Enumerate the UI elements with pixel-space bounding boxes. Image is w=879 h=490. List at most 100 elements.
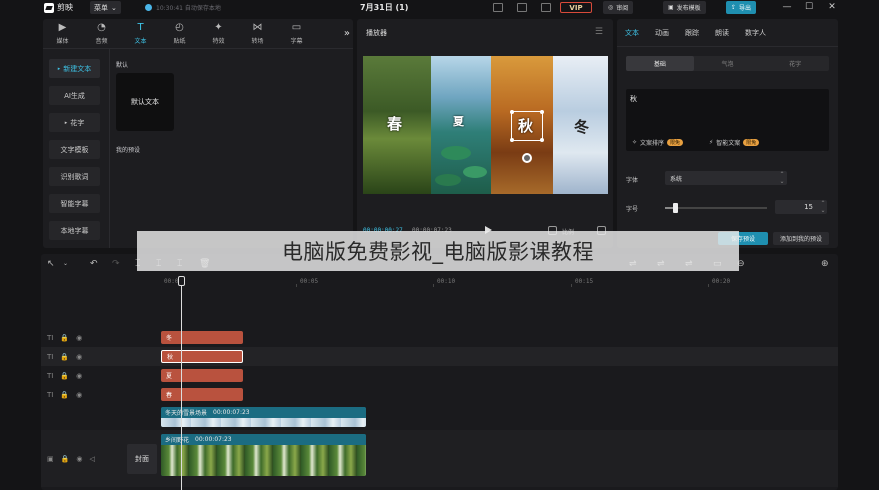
playhead-handle[interactable]	[178, 276, 185, 286]
player-panel: 播放器 ☰ 春 夏 秋 冬 00:00:00:27 00:00:07:23	[357, 19, 613, 248]
track-controls: TI 🔒 ◉	[47, 391, 82, 399]
settings-icon[interactable]	[541, 3, 551, 12]
overlay-text-spring[interactable]: 春	[387, 113, 402, 134]
tab-transition[interactable]: ⋈ 转场	[238, 19, 277, 49]
text-clip[interactable]: 夏	[161, 369, 243, 382]
text-track-icon: TI	[47, 334, 54, 342]
tab-audio[interactable]: ◔ 音频	[82, 19, 121, 49]
side-item-ai-generate[interactable]: AI生成	[49, 86, 100, 105]
autosave-icon	[145, 4, 152, 11]
tab-read-aloud[interactable]: 朗读	[707, 28, 737, 38]
tab-effects[interactable]: ✦ 特效	[199, 19, 238, 49]
text-clip[interactable]: 春	[161, 388, 243, 401]
lock-icon[interactable]: 🔒	[60, 372, 69, 380]
lock-icon[interactable]: 🔒	[60, 353, 69, 361]
rotate-handle[interactable]	[522, 153, 532, 163]
export-button[interactable]: ⇪ 导出	[726, 1, 757, 14]
overlay-text-summer[interactable]: 夏	[453, 113, 464, 129]
stepper-arrows-icon[interactable]: ⌃ ⌄	[818, 200, 828, 214]
undo-icon[interactable]: ↶	[90, 259, 98, 269]
track-controls: TI 🔒 ◉	[47, 353, 82, 361]
review-button[interactable]: ◎ 审阅	[603, 1, 634, 14]
side-item-new-text[interactable]: ▸ 新建文本	[49, 59, 100, 78]
font-select[interactable]: 系统	[665, 171, 787, 185]
tab-digital-human[interactable]: 数字人	[737, 28, 774, 38]
logo-icon	[44, 2, 54, 13]
lock-icon[interactable]: 🔒	[60, 391, 69, 399]
text-sort-feature[interactable]: ✧ 文案排序 限免	[632, 138, 684, 147]
subtab-basic[interactable]: 基础	[626, 56, 694, 71]
redo-icon[interactable]: ↷	[112, 259, 120, 269]
minimize-icon[interactable]: —	[781, 1, 793, 13]
text-clip[interactable]: 秋	[161, 350, 243, 363]
size-slider[interactable]	[665, 203, 767, 213]
time-ruler[interactable]: 00:00 00:05 00:10 00:15 00:20	[161, 276, 838, 288]
tab-sticker[interactable]: ◴ 贴纸	[160, 19, 199, 49]
tab-text[interactable]: 文本	[617, 28, 647, 38]
app-window: 剪映 菜单 ⌄ 10:30:41 自动保存本地 7月31日 (1) VIP ◎ …	[0, 0, 879, 490]
eye-icon[interactable]: ◉	[76, 353, 82, 361]
menu-button[interactable]: 菜单 ⌄	[90, 1, 121, 14]
resize-handle[interactable]	[510, 138, 514, 142]
side-item-smart-caption[interactable]: 智能字幕	[49, 194, 100, 213]
video-clip[interactable]: 乡间野花 00:00:07:23	[161, 434, 366, 476]
tab-animation[interactable]: 动画	[647, 28, 677, 38]
cover-button[interactable]: 封面	[127, 444, 157, 474]
subtab-fancy[interactable]: 花字	[761, 56, 829, 71]
subtab-bubble[interactable]: 气泡	[694, 56, 762, 71]
free-badge: 限免	[667, 139, 684, 146]
video-preview[interactable]: 春 夏 秋 冬	[363, 56, 608, 194]
tab-caption[interactable]: ▭ 字幕	[277, 19, 316, 49]
default-text-card[interactable]: 默认文本	[116, 73, 174, 131]
font-label: 字体	[626, 177, 639, 184]
side-item-fancy-text[interactable]: ▸ 花字	[49, 113, 100, 132]
overlay-text-winter[interactable]: 冬	[574, 116, 589, 137]
slider-thumb[interactable]	[673, 203, 679, 213]
eye-icon[interactable]: ◉	[76, 372, 82, 380]
menu-label: 菜单	[94, 3, 108, 12]
tab-text[interactable]: T 文本	[121, 19, 160, 49]
publish-template-button[interactable]: ▣ 发布模板	[663, 1, 706, 14]
player-title: 播放器	[366, 29, 387, 37]
vip-button[interactable]: VIP	[560, 2, 592, 13]
chevron-down-icon[interactable]: ⌄	[63, 259, 68, 269]
more-tabs-icon[interactable]: »	[344, 28, 350, 39]
resize-handle[interactable]	[510, 110, 514, 114]
smart-copy-feature[interactable]: ⚡ 智能文案 限免	[709, 138, 760, 147]
zoom-in-icon[interactable]: ⊕	[821, 259, 829, 269]
caret-right-icon: ▸	[57, 65, 61, 72]
layout-icon[interactable]	[493, 3, 503, 12]
eye-icon[interactable]: ◉	[76, 391, 82, 399]
text-clip[interactable]: 冬	[161, 331, 243, 344]
close-icon[interactable]: ✕	[826, 1, 838, 13]
side-item-label: 新建文本	[63, 64, 92, 73]
lotus-leaf	[435, 174, 461, 186]
export-label: 导出	[739, 5, 752, 12]
side-item-local-caption[interactable]: 本地字幕	[49, 221, 100, 240]
maximize-icon[interactable]: ☐	[803, 1, 815, 13]
media-icon: ▶	[58, 22, 67, 33]
resize-handle[interactable]	[540, 138, 544, 142]
text-track-icon: TI	[47, 353, 54, 361]
menu-icon[interactable]: ☰	[595, 27, 603, 37]
add-to-presets-button[interactable]: 添加到我的预设	[773, 232, 829, 245]
side-item-lyrics[interactable]: 识别歌词	[49, 167, 100, 186]
tab-tracking[interactable]: 跟踪	[677, 28, 707, 38]
lock-icon[interactable]: 🔒	[60, 334, 69, 342]
side-item-text-template[interactable]: 文字模板	[49, 140, 100, 159]
video-track-icon: ▣	[47, 455, 54, 463]
overlay-text-autumn[interactable]: 秋	[518, 115, 533, 136]
lock-icon[interactable]: 🔒	[61, 455, 70, 463]
lotus-leaf	[441, 146, 471, 160]
ruler-tick	[571, 284, 572, 287]
tab-media[interactable]: ▶ 媒体	[43, 19, 82, 49]
resize-handle[interactable]	[540, 110, 544, 114]
video-clip[interactable]: 冬天的雪景场景 00:00:07:23	[161, 407, 366, 427]
eye-icon[interactable]: ◉	[76, 334, 82, 342]
audio-icon[interactable]: ◁	[89, 455, 94, 463]
shortcut-icon[interactable]	[517, 3, 527, 12]
eye-icon[interactable]: ◉	[76, 455, 82, 463]
select-cursor-icon[interactable]: ↖	[47, 259, 55, 269]
select-arrows-icon[interactable]: ⌃ ⌄	[777, 171, 787, 185]
playhead[interactable]	[181, 276, 182, 490]
